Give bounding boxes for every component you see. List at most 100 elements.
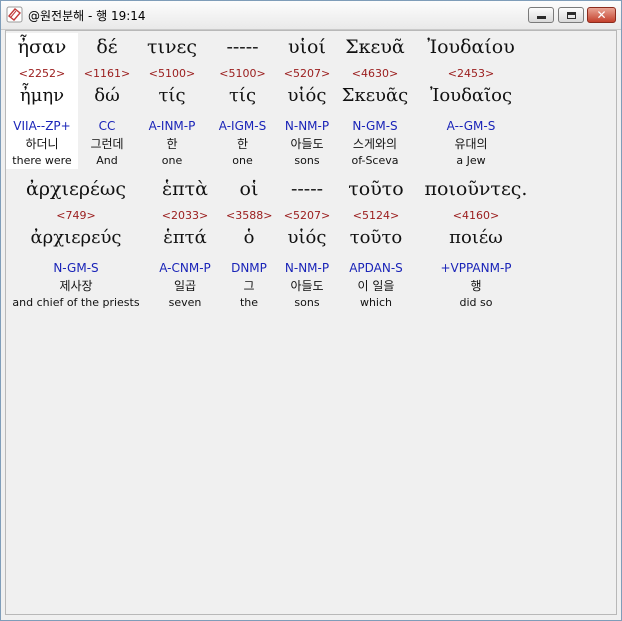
korean-gloss: 제사장 <box>59 279 93 293</box>
parse-code: A-INM-P <box>148 119 196 133</box>
english-gloss: seven <box>168 296 202 309</box>
strong-number: <5207> <box>283 67 331 80</box>
lemma-word: ποιέω <box>449 227 503 248</box>
lemma-word: τίς <box>158 85 186 106</box>
word-block[interactable]: τινες <5100> τίς A-INM-P 한 one <box>144 33 200 169</box>
maximize-button[interactable] <box>558 7 584 23</box>
greek-word: υἱοί <box>288 36 326 58</box>
greek-word: ποιοῦντες. <box>424 178 528 200</box>
word-block[interactable]: ἀρχιερέως <749> ἀρχιερεύς N-GM-S 제사장 and chie… <box>6 175 146 311</box>
interlinear-panel: ἦσαν <2252> ἦμην VIIA--ZP+ 하더니 there were δέ <1… <box>5 30 617 615</box>
parse-code: N-GM-S <box>352 119 398 133</box>
lemma-word: Ἰουδαῖος <box>429 85 513 106</box>
greek-word: Σκευᾶ <box>345 36 405 58</box>
korean-gloss: 아들도 <box>290 279 324 293</box>
korean-gloss: 그런데 <box>90 137 124 151</box>
greek-word: Ἰουδαίου <box>427 36 515 58</box>
english-gloss: of-Sceva <box>351 154 399 167</box>
strong-number: <5100> <box>148 67 196 80</box>
app-window: @원전분해 - 행 19:14 ✕ ἦσαν <2252> ἦμην VIIA--ZP… <box>0 0 622 621</box>
lemma-word: τοῦτο <box>349 227 403 248</box>
parse-code: A-IGM-S <box>218 119 267 133</box>
word-block[interactable]: Ἰουδαίου <2453> Ἰουδαῖος A--GM-S 유대의 a Jew <box>419 33 523 169</box>
word-block[interactable]: Σκευᾶ <4630> Σκευᾶς N-GM-S 스게와의 of-Sceva <box>341 33 409 169</box>
korean-gloss: 행 <box>470 279 482 293</box>
parse-code: N-NM-P <box>284 261 330 275</box>
lemma-word: υἱός <box>287 85 327 106</box>
greek-word: ἑπτὰ <box>161 178 209 200</box>
greek-word: ἀρχιερέως <box>26 178 126 200</box>
english-gloss: which <box>359 296 393 309</box>
parse-code: APDAN-S <box>349 261 403 275</box>
word-block[interactable]: ἦσαν <2252> ἦμην VIIA--ZP+ 하더니 there were <box>6 33 78 169</box>
korean-gloss: 하더니 <box>25 137 59 151</box>
word-block[interactable]: ----- <5207> υἱός N-NM-P 아들도 sons <box>277 175 337 311</box>
strong-number: <2252> <box>18 67 66 80</box>
lemma-word: ἦμην <box>19 85 65 106</box>
word-block[interactable]: οἱ <3588> ὁ DNMP 그 the <box>226 175 272 311</box>
title-bar[interactable]: @원전분해 - 행 19:14 ✕ <box>1 1 621 30</box>
english-gloss: a Jew <box>456 154 486 167</box>
word-block[interactable]: ποιοῦντες. <4160> ποιέω +VPPANM-P 행 did so <box>416 175 536 311</box>
parse-code: A-CNM-P <box>159 261 211 275</box>
english-gloss: sons <box>294 296 320 309</box>
word-block[interactable]: ἑπτὰ <2033> ἑπτά A-CNM-P 일곱 seven <box>154 175 216 311</box>
app-book-icon <box>6 6 23 23</box>
korean-gloss: 유대의 <box>454 137 488 151</box>
strong-number: <2033> <box>161 209 209 222</box>
parse-code: +VPPANM-P <box>440 261 512 275</box>
english-gloss: and chief of the priests <box>12 296 140 309</box>
lemma-word: ἑπτά <box>163 227 207 248</box>
minimize-icon <box>536 16 546 19</box>
parse-code: VIIA--ZP+ <box>13 119 71 133</box>
close-icon: ✕ <box>596 8 607 22</box>
minimize-button[interactable] <box>528 7 554 23</box>
strong-number: <4160> <box>452 209 500 222</box>
maximize-icon <box>566 11 576 19</box>
lemma-word: Σκευᾶς <box>341 85 409 106</box>
strong-number: <3588> <box>226 209 273 222</box>
korean-gloss: 일곱 <box>173 279 197 293</box>
korean-gloss: 한 <box>166 137 178 151</box>
strong-number: <5100> <box>219 67 266 80</box>
english-gloss: one <box>161 154 183 167</box>
word-block[interactable]: υἱοί <5207> υἱός N-NM-P 아들도 sons <box>277 33 337 169</box>
english-gloss: And <box>96 154 118 167</box>
strong-number: <2453> <box>447 67 495 80</box>
korean-gloss: 스게와의 <box>352 137 398 151</box>
strong-number: <5207> <box>283 209 331 222</box>
korean-gloss: 그 <box>243 279 255 293</box>
greek-word: ----- <box>290 178 324 200</box>
window-title: @원전분해 - 행 19:14 <box>28 9 146 23</box>
word-block[interactable]: δέ <1161> δώ CC 그런데 And <box>81 33 133 169</box>
parse-code: A--GM-S <box>446 119 496 133</box>
english-gloss: sons <box>294 154 320 167</box>
korean-gloss: 아들도 <box>290 137 324 151</box>
english-gloss: the <box>239 296 259 309</box>
korean-gloss: 한 <box>236 137 249 151</box>
english-gloss: did so <box>459 296 493 309</box>
lemma-word: ὁ <box>243 227 255 248</box>
lemma-word: υἱός <box>287 227 327 248</box>
greek-word: τοῦτο <box>348 178 404 200</box>
strong-number: <5124> <box>352 209 400 222</box>
parse-code: N-NM-P <box>284 119 330 133</box>
lemma-word: δώ <box>94 85 120 106</box>
korean-gloss: 이 일을 <box>357 279 395 293</box>
strong-number: <1161> <box>83 67 131 80</box>
lemma-word: ἀρχιερεύς <box>30 227 122 248</box>
word-block[interactable]: τοῦτο <5124> τοῦτο APDAN-S 이 일을 which <box>340 175 412 311</box>
greek-word: ἦσαν <box>17 36 67 58</box>
strong-number: <749> <box>56 209 96 222</box>
greek-word: ----- <box>226 36 259 58</box>
greek-word: τινες <box>147 36 197 58</box>
close-button[interactable]: ✕ <box>587 7 616 23</box>
strong-number: <4630> <box>351 67 399 80</box>
greek-word: οἱ <box>239 178 259 200</box>
lemma-word: τίς <box>228 85 257 106</box>
parse-code: N-GM-S <box>53 261 99 275</box>
word-block[interactable]: ----- <5100> τίς A-IGM-S 한 one <box>215 33 270 169</box>
parse-code: CC <box>98 119 116 133</box>
english-gloss: there were <box>12 154 72 167</box>
english-gloss: one <box>232 154 253 167</box>
